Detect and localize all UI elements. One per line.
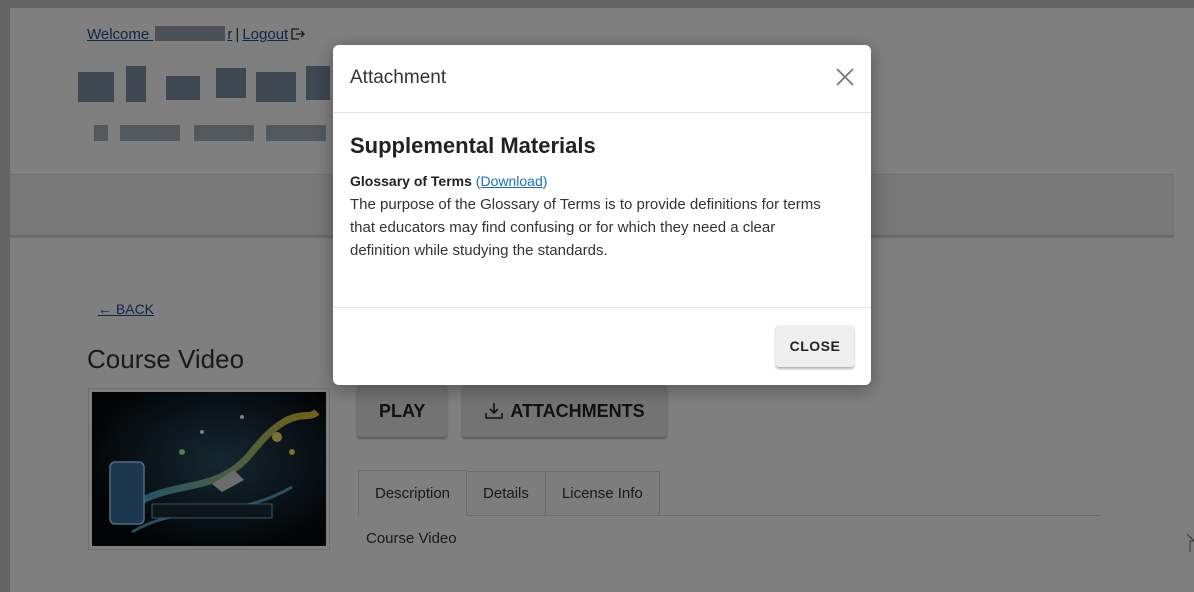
attachment-modal: Attachment Supplemental Materials Glossa…: [333, 45, 871, 385]
modal-header: Attachment: [333, 45, 871, 113]
modal-footer: CLOSE: [333, 308, 871, 384]
close-icon[interactable]: [833, 65, 857, 89]
modal-heading: Supplemental Materials: [350, 133, 596, 158]
attachment-item: Glossary of Terms (Download): [350, 173, 854, 189]
modal-title: Attachment: [350, 67, 447, 88]
modal-body: Supplemental Materials Glossary of Terms…: [333, 113, 871, 308]
attachment-description: The purpose of the Glossary of Terms is …: [350, 196, 821, 259]
attachment-name: Glossary of Terms: [350, 173, 472, 189]
mouse-cursor-icon: [1187, 534, 1194, 552]
paren-close: ): [542, 173, 548, 189]
close-button[interactable]: CLOSE: [776, 325, 854, 367]
download-link[interactable]: Download: [480, 173, 542, 189]
